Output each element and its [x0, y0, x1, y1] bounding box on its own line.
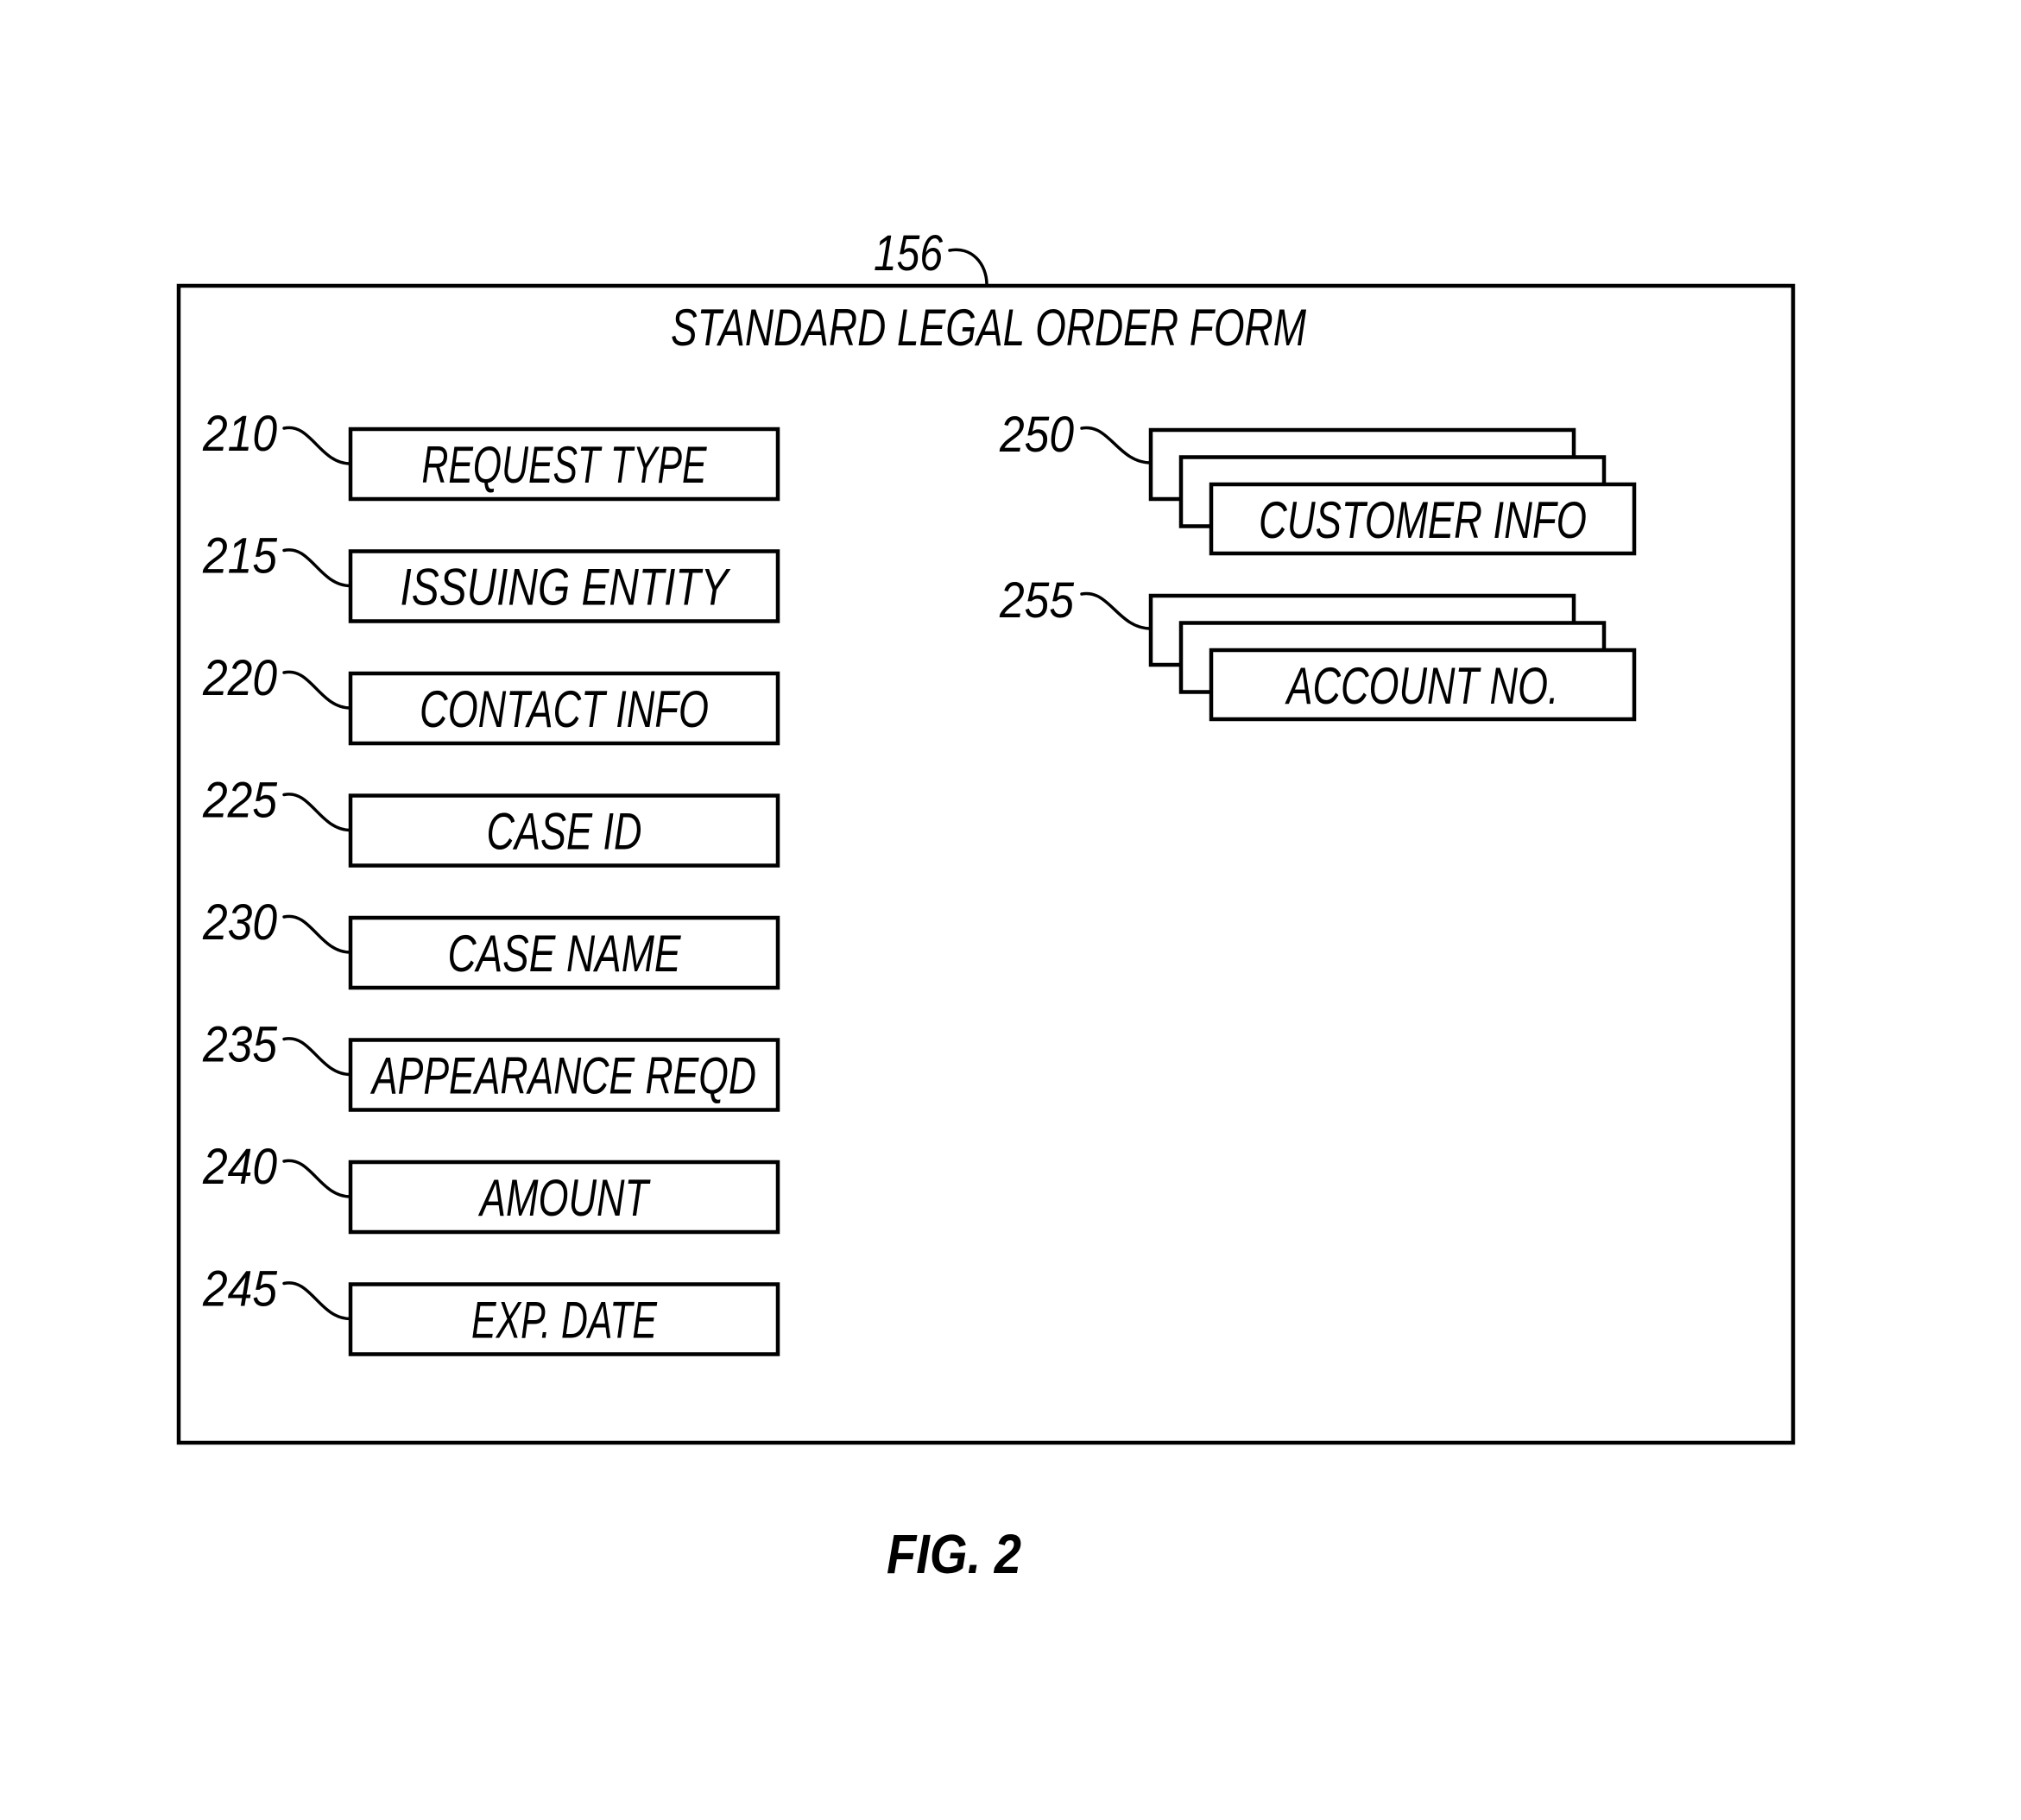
stacked-field-label: ACCOUNT NO.: [1285, 657, 1558, 715]
field-leader-line: [282, 914, 352, 954]
field-leader-line: [282, 1159, 352, 1198]
field-label: CONTACT INFO: [420, 680, 709, 738]
stacked-leader-line: [1080, 591, 1153, 630]
field-appearance-reqd: 235 APPEARANCE REQD: [202, 1017, 780, 1112]
stacked-field-list: 250 CUSTOMER INFO 255 ACCOUNT NO.: [999, 407, 1637, 722]
field-list: 210 REQUEST TYPE 215 ISSUING ENTITY 220 CONTA…: [202, 406, 780, 1356]
stacked-ref-numeral: 255: [999, 572, 1075, 629]
field-label: CASE ID: [487, 803, 642, 861]
field-ref-numeral: 220: [202, 650, 277, 706]
field-issuing-entity: 215 ISSUING ENTITY: [202, 528, 780, 623]
field-label: EXP. DATE: [471, 1292, 658, 1349]
form-leader-line: [948, 248, 988, 287]
field-amount: 240 AMOUNT: [202, 1139, 780, 1235]
field-leader-line: [282, 1037, 352, 1077]
field-case-id: 225 CASE ID: [202, 773, 780, 868]
field-leader-line: [282, 670, 352, 710]
patent-figure: 156 STANDARD LEGAL ORDER FORM 210 REQUEST…: [176, 225, 1796, 1585]
field-label: ISSUING ENTITY: [401, 559, 731, 616]
field-label: AMOUNT: [478, 1169, 652, 1227]
field-ref-numeral: 210: [202, 406, 277, 462]
field-label: CASE NAME: [448, 925, 682, 983]
field-leader-line: [282, 793, 352, 832]
field-ref-numeral: 240: [202, 1139, 277, 1195]
field-label: APPEARANCE REQD: [370, 1047, 756, 1105]
field-exp-date: 245 EXP. DATE: [202, 1261, 780, 1356]
field-ref-numeral: 225: [202, 773, 278, 829]
stacked-ref-numeral: 250: [999, 407, 1074, 463]
figure-caption: FIG. 2: [887, 1523, 1021, 1585]
form-title: STANDARD LEGAL ORDER FORM: [671, 299, 1306, 357]
field-ref-numeral: 235: [202, 1017, 278, 1073]
field-case-name: 230 CASE NAME: [202, 894, 780, 990]
field-leader-line: [282, 1281, 352, 1321]
field-ref-numeral: 215: [202, 528, 278, 585]
field-ref-numeral: 230: [202, 894, 277, 951]
field-request-type: 210 REQUEST TYPE: [202, 406, 780, 502]
stacked-field-account-no: 255 ACCOUNT NO.: [999, 572, 1637, 722]
field-leader-line: [282, 548, 352, 588]
field-contact-info: 220 CONTACT INFO: [202, 650, 780, 746]
field-ref-numeral: 245: [202, 1261, 278, 1318]
field-label: REQUEST TYPE: [422, 436, 708, 494]
stacked-field-label: CUSTOMER INFO: [1259, 491, 1587, 549]
form-ref-numeral: 156: [874, 225, 944, 281]
stacked-leader-line: [1080, 426, 1153, 464]
stacked-field-customer-info: 250 CUSTOMER INFO: [999, 407, 1637, 556]
field-leader-line: [282, 426, 352, 465]
